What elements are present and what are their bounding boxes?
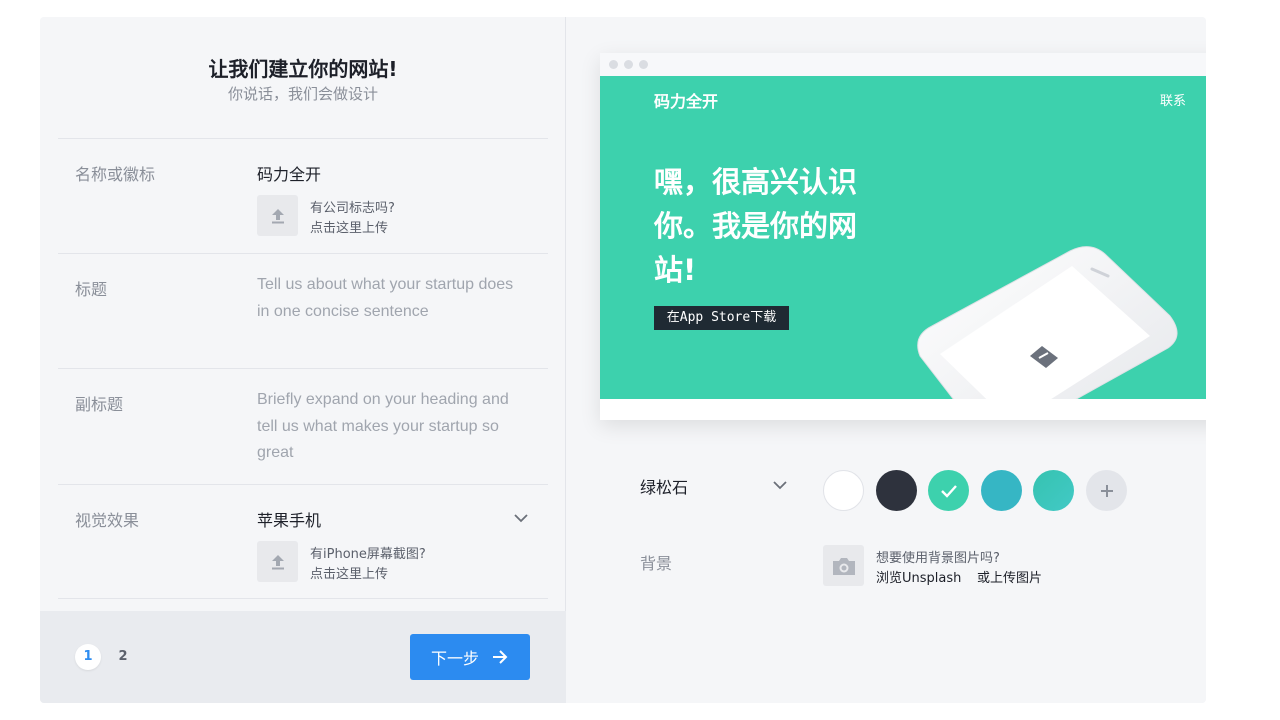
background-question: 想要使用背景图片吗? bbox=[876, 551, 1000, 566]
subheading-label: 副标题 bbox=[75, 395, 124, 414]
browser-titlebar bbox=[600, 53, 1206, 76]
hero-brand: 码力全开 bbox=[654, 92, 719, 111]
name-logo-row: 名称或徽标 码力全开 有公司标志吗? 点击这里上传 bbox=[58, 138, 548, 253]
name-input[interactable]: 码力全开 bbox=[257, 161, 321, 185]
add-color-button[interactable] bbox=[1086, 470, 1127, 511]
chevron-down-icon[interactable] bbox=[771, 476, 789, 494]
heading-row: 标题 Tell us about what your startup does … bbox=[58, 253, 548, 368]
logo-upload-question: 有公司标志吗? bbox=[310, 201, 395, 216]
visuals-select[interactable]: 苹果手机 bbox=[257, 507, 321, 531]
name-logo-label: 名称或徽标 bbox=[75, 165, 156, 184]
heading-label: 标题 bbox=[75, 280, 108, 299]
form-subtitle: 你说话，我们会做设计 bbox=[227, 85, 378, 103]
camera-icon[interactable] bbox=[823, 545, 864, 586]
preview-panel: 码力全开 联系 嘿，很高兴认识你。我是你的网站! 在App Store下载 绿松… bbox=[567, 17, 1206, 703]
chevron-down-icon[interactable] bbox=[512, 509, 530, 527]
upload-icon bbox=[257, 541, 298, 582]
check-icon bbox=[940, 484, 957, 498]
visuals-row: 视觉效果 苹果手机 有iPhone屏幕截图? 点击这里上传 bbox=[58, 484, 548, 599]
color-theme-name[interactable]: 绿松石 bbox=[640, 474, 688, 498]
swatch-teal[interactable] bbox=[981, 470, 1022, 511]
swatch-turquoise[interactable] bbox=[928, 470, 969, 511]
heading-input[interactable]: Tell us about what your startup does in … bbox=[257, 272, 517, 325]
hero-contact-link[interactable]: 联系 bbox=[1160, 90, 1186, 109]
subheading-row: 副标题 Briefly expand on your heading and t… bbox=[58, 368, 548, 484]
browse-unsplash-link[interactable]: 浏览Unsplash bbox=[876, 567, 961, 586]
window-dot bbox=[624, 60, 633, 69]
browser-preview: 码力全开 联系 嘿，很高兴认识你。我是你的网站! 在App Store下载 bbox=[600, 53, 1206, 420]
form-title: 让我们建立你的网站! bbox=[208, 57, 398, 81]
app-store-button[interactable]: 在App Store下载 bbox=[654, 306, 789, 330]
hero-headline: 嘿，很高兴认识你。我是你的网站! bbox=[654, 165, 858, 287]
step-1[interactable]: 1 bbox=[75, 644, 101, 670]
plus-icon bbox=[1100, 484, 1113, 497]
visuals-label: 视觉效果 bbox=[75, 511, 140, 530]
background-label: 背景 bbox=[640, 554, 673, 573]
form-footer: 1 2 下一步 bbox=[40, 611, 566, 703]
builder-card: 让我们建立你的网站! 你说话，我们会做设计 名称或徽标 码力全开 有公司标志吗?… bbox=[40, 17, 1206, 703]
arrow-right-icon bbox=[493, 650, 508, 664]
window-dot bbox=[609, 60, 618, 69]
phone-illustration bbox=[917, 246, 1178, 399]
screenshot-upload-question: 有iPhone屏幕截图? bbox=[310, 547, 426, 562]
upload-icon bbox=[257, 195, 298, 236]
next-button-label: 下一步 bbox=[430, 649, 479, 668]
swatch-white[interactable] bbox=[823, 470, 864, 511]
swatch-dark[interactable] bbox=[876, 470, 917, 511]
form-panel: 让我们建立你的网站! 你说话，我们会做设计 名称或徽标 码力全开 有公司标志吗?… bbox=[40, 17, 566, 703]
logo-upload[interactable]: 有公司标志吗? 点击这里上传 bbox=[257, 195, 487, 237]
step-2[interactable]: 2 bbox=[110, 644, 136, 670]
next-button[interactable]: 下一步 bbox=[410, 634, 530, 680]
screenshot-upload-link[interactable]: 点击这里上传 bbox=[310, 563, 388, 582]
window-dot bbox=[639, 60, 648, 69]
upload-image-link[interactable]: 或上传图片 bbox=[977, 567, 1042, 586]
subheading-input[interactable]: Briefly expand on your heading and tell … bbox=[257, 387, 517, 467]
logo-upload-link[interactable]: 点击这里上传 bbox=[310, 217, 388, 236]
screenshot-upload[interactable]: 有iPhone屏幕截图? 点击这里上传 bbox=[257, 541, 487, 583]
hero-section: 码力全开 联系 嘿，很高兴认识你。我是你的网站! 在App Store下载 bbox=[600, 76, 1206, 399]
swatch-gradient[interactable] bbox=[1033, 470, 1074, 511]
